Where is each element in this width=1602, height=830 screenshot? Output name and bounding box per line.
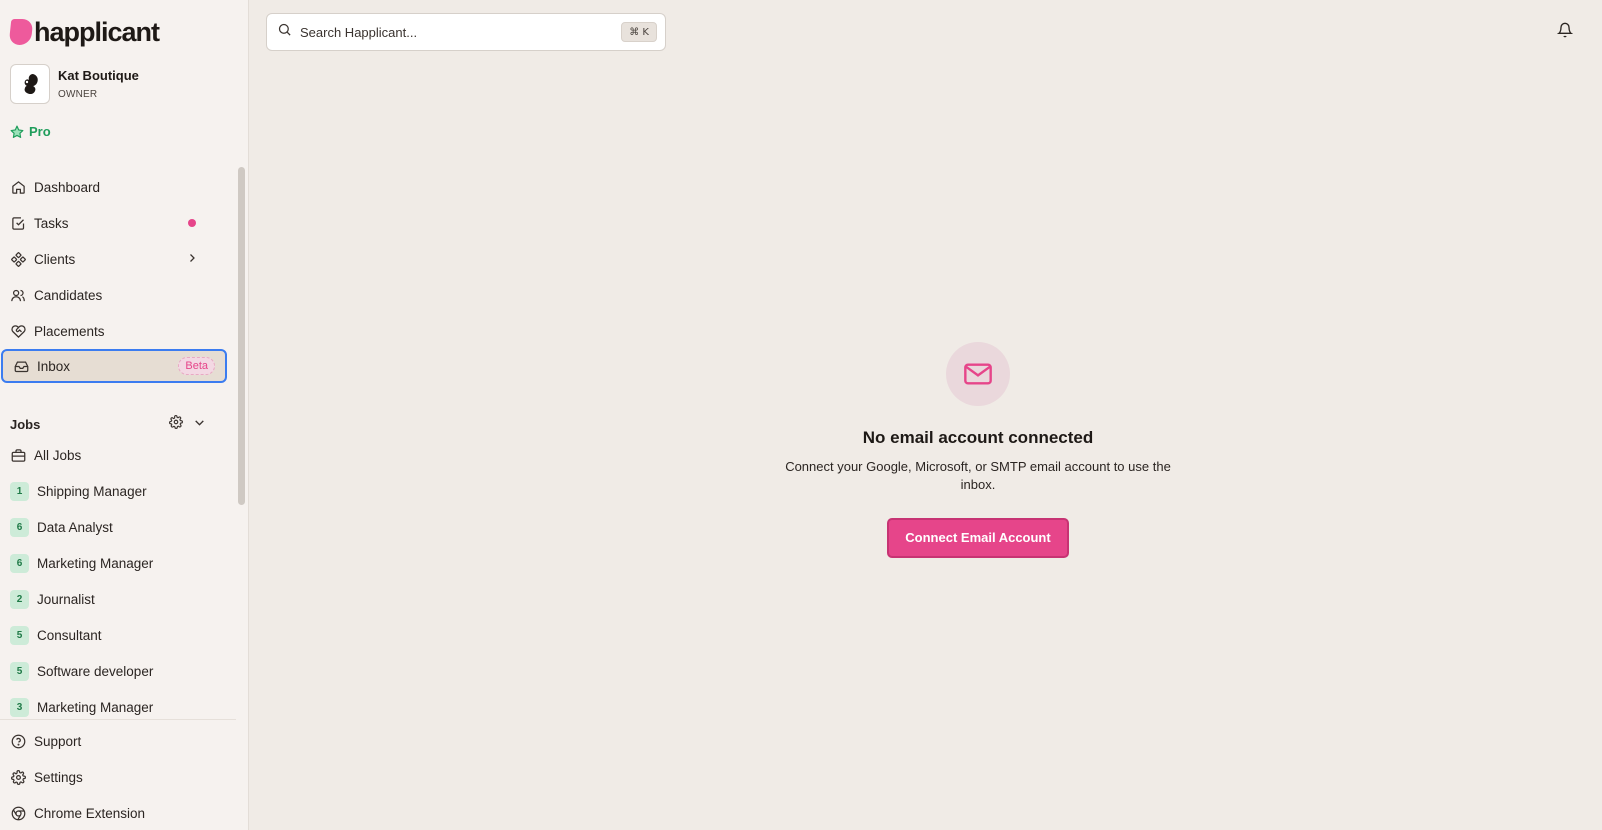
job-count-badge: 2 [10,589,29,609]
empty-state-description: Connect your Google, Microsoft, or SMTP … [785,459,1171,492]
job-count-badge: 1 [10,481,29,501]
briefcase-icon [10,447,26,463]
job-label: Software developer [37,663,154,679]
nav-item-settings[interactable]: Settings [0,760,236,794]
job-list-item[interactable]: 5 Consultant [0,618,226,652]
help-circle-icon [10,733,26,749]
nav-label: Support [34,733,82,749]
job-count-badge: 3 [10,697,29,717]
empty-state-title: No email account connected [862,428,1094,447]
job-label: Data Analyst [37,519,113,535]
search-icon [277,22,292,42]
job-list-item[interactable]: 5 Software developer [0,654,226,688]
bell-icon[interactable] [1556,22,1574,43]
job-label: Journalist [37,591,95,607]
sidebar-scrollbar[interactable] [236,165,248,719]
search-input[interactable] [300,24,600,40]
nav-item-chrome-extension[interactable]: Chrome Extension [0,796,236,830]
job-label: Shipping Manager [37,483,147,499]
nav-item-support[interactable]: Support [0,724,236,758]
job-list-item[interactable]: 3 Marketing Manager [0,690,226,719]
connect-email-account-button[interactable]: Connect Email Account [887,518,1069,558]
job-list-item[interactable]: 2 Journalist [0,582,226,616]
shortcut-hint: ⌘ K [621,22,657,42]
nav-label: Settings [34,769,83,785]
gear-icon [10,769,26,785]
nav-label: Chrome Extension [34,805,146,821]
job-list-item[interactable]: 1 Shipping Manager [0,474,226,508]
search-bar[interactable]: ⌘ K [266,13,666,51]
mail-icon [946,342,1010,406]
chrome-icon [10,805,26,821]
job-list-item[interactable]: 6 Marketing Manager [0,546,226,580]
job-label: Marketing Manager [37,699,154,715]
jobs-list: All Jobs 1 Shipping Manager 6 Data Analyst 6… [0,0,236,719]
nav-label: All Jobs [34,447,82,463]
sidebar-scrollbar-thumb[interactable] [238,167,245,505]
job-count-badge: 6 [10,553,29,573]
job-label: Consultant [37,627,102,643]
job-count-badge: 5 [10,661,29,681]
sidebar-divider [0,719,236,720]
job-count-badge: 6 [10,517,29,537]
nav-item-all-jobs[interactable]: All Jobs [0,438,226,472]
job-count-badge: 5 [10,625,29,645]
empty-state: No email account connected Connect your … [760,342,1196,558]
job-label: Marketing Manager [37,555,154,571]
job-list-item[interactable]: 6 Data Analyst [0,510,226,544]
